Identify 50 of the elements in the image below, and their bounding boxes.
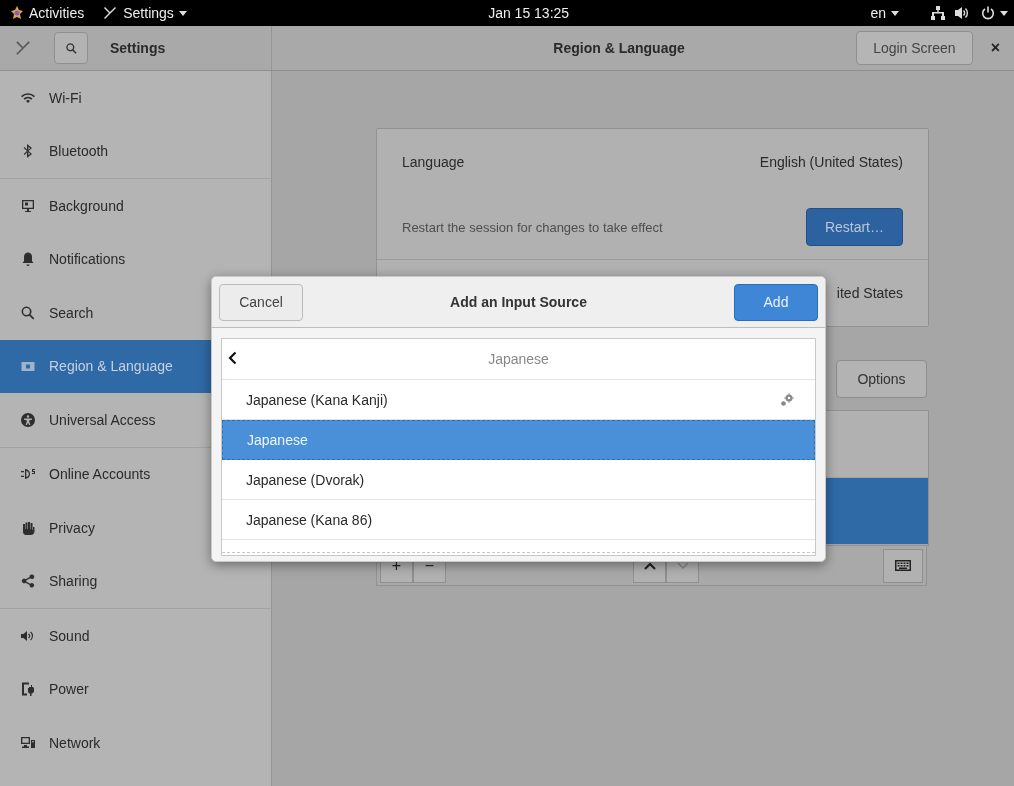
sidebar-item[interactable]: Sharing <box>0 554 271 608</box>
app-menu[interactable]: Settings <box>123 5 174 21</box>
sidebar-item[interactable]: Background <box>0 179 271 233</box>
network-icon[interactable] <box>931 6 945 20</box>
sidebar-item[interactable]: Wi-Fi <box>0 71 271 125</box>
sidebar-item[interactable]: Bluetooth <box>0 124 271 178</box>
sidebar-item[interactable]: Sound <box>0 609 271 663</box>
list-title: Japanese <box>488 351 549 367</box>
network-icon <box>20 734 36 751</box>
cancel-button[interactable]: Cancel <box>219 283 303 321</box>
volume-icon[interactable] <box>955 6 971 20</box>
sidebar-item[interactable]: Power <box>0 662 271 716</box>
monitor-icon <box>20 197 36 214</box>
gears-icon[interactable] <box>779 391 795 408</box>
formats-value[interactable]: ited States <box>836 285 903 301</box>
share-icon <box>20 573 36 590</box>
activities-icon <box>10 6 24 20</box>
keyboard-button[interactable] <box>883 548 923 583</box>
input-source-row[interactable]: Japanese (Kana 86) <box>222 500 815 540</box>
power-icon[interactable] <box>981 6 995 20</box>
back-icon[interactable] <box>228 351 237 365</box>
clock[interactable]: Jan 15 13:25 <box>488 5 570 21</box>
language-indicator[interactable]: en <box>870 5 886 21</box>
close-button[interactable]: × <box>990 39 1000 57</box>
chevron-down-icon <box>676 561 689 570</box>
caret-icon <box>178 10 187 16</box>
restart-button[interactable]: Restart… <box>805 208 903 246</box>
caret-icon <box>1000 10 1008 16</box>
page-title: Region & Language <box>552 40 686 56</box>
search-icon <box>64 41 78 55</box>
restart-note: Restart the session for changes to take effect <box>402 219 663 235</box>
bell-icon <box>20 251 36 268</box>
language-label: Language <box>402 154 465 170</box>
search-icon <box>20 304 36 321</box>
sidebar-title: Settings <box>110 40 166 56</box>
input-source-row[interactable]: Japanese (Dvorak) <box>222 460 815 500</box>
search-button[interactable] <box>54 32 88 64</box>
power-plug-icon <box>20 681 36 698</box>
options-button[interactable]: Options <box>836 360 927 398</box>
language-value[interactable]: English (United States) <box>759 154 903 170</box>
hand-icon <box>20 519 36 536</box>
chevron-up-icon <box>643 561 656 570</box>
keyboard-icon <box>895 560 911 571</box>
login-screen-button[interactable]: Login Screen <box>856 31 973 65</box>
dialog-title: Add an Input Source <box>450 294 587 310</box>
sidebar-item[interactable]: Network <box>0 716 271 770</box>
activities-button[interactable]: Activities <box>29 5 85 21</box>
sidebar-item[interactable]: Notifications <box>0 232 271 286</box>
caret-icon <box>891 10 899 16</box>
accessibility-icon <box>20 411 36 428</box>
